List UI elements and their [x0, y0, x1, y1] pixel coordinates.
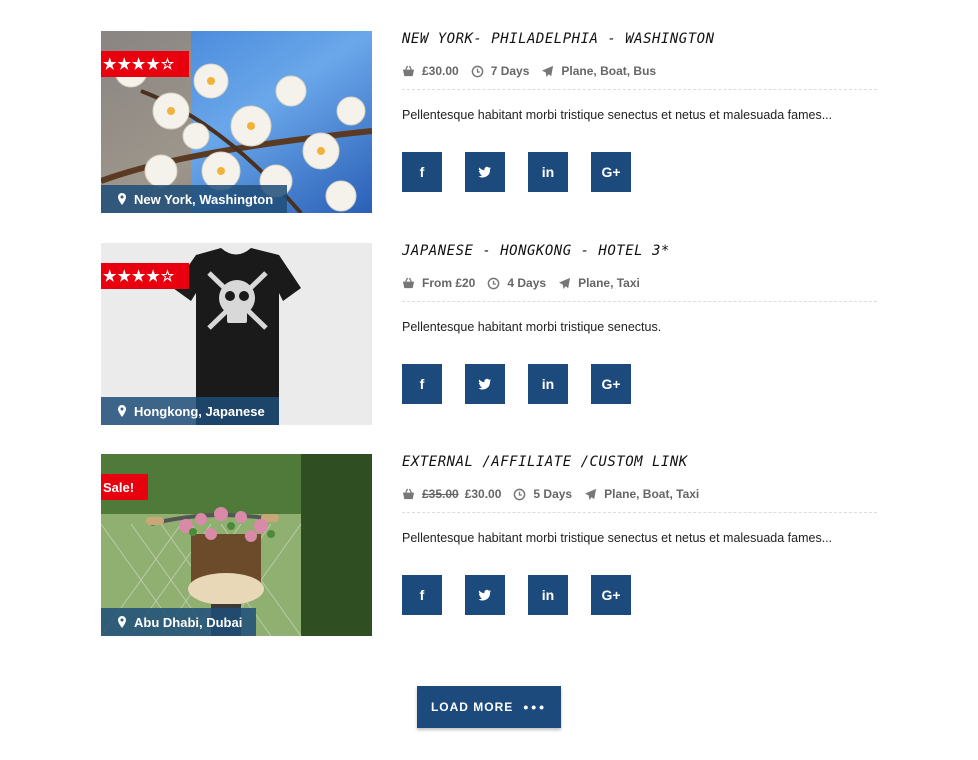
divider	[402, 301, 877, 302]
divider	[402, 89, 877, 90]
tour-meta: £30.00 7 Days Plane, Boat, Bus	[402, 63, 877, 79]
map-marker-icon	[118, 616, 126, 628]
google-plus-share-button[interactable]: G+	[591, 152, 631, 192]
linkedin-icon: in	[541, 164, 555, 180]
location-text: New York, Washington	[134, 191, 274, 207]
facebook-icon: f	[419, 587, 425, 603]
facebook-icon: f	[419, 376, 425, 392]
basket-icon	[402, 277, 415, 288]
price-item: £30.00	[402, 64, 459, 78]
twitter-share-button[interactable]	[465, 575, 505, 615]
location-badge: Hongkong, Japanese	[101, 397, 279, 425]
duration-item: 7 Days	[471, 64, 530, 78]
google-plus-share-button[interactable]: G+	[591, 364, 631, 404]
transport-item: Plane, Boat, Taxi	[584, 487, 699, 501]
price-item: From £20	[402, 276, 475, 290]
tour-card: Sale! Abu Dhabi, Dubai EXTERNAL /AFFILIA…	[101, 454, 877, 636]
twitter-share-button[interactable]	[465, 152, 505, 192]
location-text: Abu Dhabi, Dubai	[134, 614, 243, 630]
rating-badge: ★★★★☆	[101, 51, 190, 87]
duration: 5 Days	[533, 487, 573, 501]
tour-description: Pellentesque habitant morbi tristique se…	[402, 531, 833, 545]
linkedin-icon: in	[541, 376, 555, 392]
social-share: f in G+	[402, 364, 654, 404]
twitter-share-button[interactable]	[465, 364, 505, 404]
duration-item: 5 Days	[513, 487, 572, 501]
paper-plane-icon	[542, 65, 554, 77]
linkedin-share-button[interactable]: in	[528, 152, 568, 192]
tour-image[interactable]: ★★★★☆ New York, Washington	[101, 31, 372, 213]
price: £30.00	[464, 487, 502, 501]
tour-meta: From £20 4 Days Plane, Taxi	[402, 275, 877, 291]
tour-title[interactable]: NEW YORK- PHILADELPHIA - WASHINGTON	[402, 31, 877, 47]
clock-icon	[514, 488, 526, 500]
duration: 4 Days	[507, 276, 547, 290]
tour-meta: £35.00 £30.00 5 Days Plane, Boat, Taxi	[402, 486, 877, 502]
price: From £20	[422, 276, 476, 290]
map-marker-icon	[118, 405, 126, 417]
tour-card: ★★★★☆ Hongkong, Japanese JAPANESE - HONG…	[101, 243, 877, 425]
tour-title[interactable]: JAPANESE - HONGKONG - HOTEL 3*	[402, 243, 877, 259]
duration: 7 Days	[490, 64, 530, 78]
clock-icon	[471, 65, 484, 77]
transport: Plane, Boat, Bus	[561, 64, 657, 78]
facebook-share-button[interactable]: f	[402, 152, 442, 192]
facebook-share-button[interactable]: f	[402, 575, 442, 615]
rating-badge: ★★★★☆	[101, 263, 190, 299]
tour-info: JAPANESE - HONGKONG - HOTEL 3* From £20 …	[402, 243, 877, 404]
twitter-icon	[478, 589, 491, 601]
transport: Plane, Boat, Taxi	[604, 487, 700, 501]
duration-item: 4 Days	[487, 276, 546, 290]
transport: Plane, Taxi	[578, 276, 640, 290]
basket-icon	[402, 488, 415, 499]
tour-card: ★★★★☆ New York, Washington NEW YORK- PHI…	[101, 31, 877, 213]
social-share: f in G+	[402, 152, 654, 192]
tour-info: EXTERNAL /AFFILIATE /CUSTOM LINK £35.00 …	[402, 454, 877, 615]
facebook-share-button[interactable]: f	[402, 364, 442, 404]
linkedin-share-button[interactable]: in	[528, 364, 568, 404]
price: £30.00	[422, 64, 459, 78]
location-text: Hongkong, Japanese	[134, 403, 265, 419]
tour-title[interactable]: EXTERNAL /AFFILIATE /CUSTOM LINK	[402, 454, 877, 470]
sale-badge: Sale!	[101, 474, 149, 510]
price-item: £35.00 £30.00	[402, 487, 501, 501]
load-more-button[interactable]: LOAD MORE •••	[417, 686, 561, 728]
rating-stars: ★★★★☆	[103, 267, 176, 285]
divider	[402, 512, 877, 513]
tour-info: NEW YORK- PHILADELPHIA - WASHINGTON £30.…	[402, 31, 877, 192]
linkedin-icon: in	[541, 587, 555, 603]
paper-plane-icon	[585, 488, 597, 500]
twitter-icon	[478, 166, 491, 178]
location-badge: New York, Washington	[101, 185, 288, 213]
location-badge: Abu Dhabi, Dubai	[101, 608, 257, 636]
google-plus-icon: G+	[601, 587, 621, 603]
google-plus-icon: G+	[601, 376, 621, 392]
old-price: £35.00	[422, 487, 459, 501]
transport-item: Plane, Boat, Bus	[541, 64, 656, 78]
facebook-icon: f	[419, 164, 425, 180]
paper-plane-icon	[558, 277, 571, 289]
twitter-icon	[478, 378, 491, 390]
tour-image[interactable]: Sale! Abu Dhabi, Dubai	[101, 454, 372, 636]
clock-icon	[488, 277, 500, 289]
load-more-label: LOAD MORE	[430, 700, 514, 714]
social-share: f in G+	[402, 575, 654, 615]
tour-description: Pellentesque habitant morbi tristique se…	[402, 108, 833, 122]
ellipsis-icon: •••	[523, 699, 548, 715]
sale-text: Sale!	[103, 479, 135, 495]
rating-stars: ★★★★☆	[103, 55, 176, 73]
linkedin-share-button[interactable]: in	[528, 575, 568, 615]
basket-icon	[402, 65, 415, 76]
google-plus-icon: G+	[601, 164, 621, 180]
tour-image[interactable]: ★★★★☆ Hongkong, Japanese	[101, 243, 372, 425]
transport-item: Plane, Taxi	[558, 276, 640, 290]
tour-description: Pellentesque habitant morbi tristique se…	[402, 320, 662, 334]
google-plus-share-button[interactable]: G+	[591, 575, 631, 615]
map-marker-icon	[118, 193, 126, 205]
